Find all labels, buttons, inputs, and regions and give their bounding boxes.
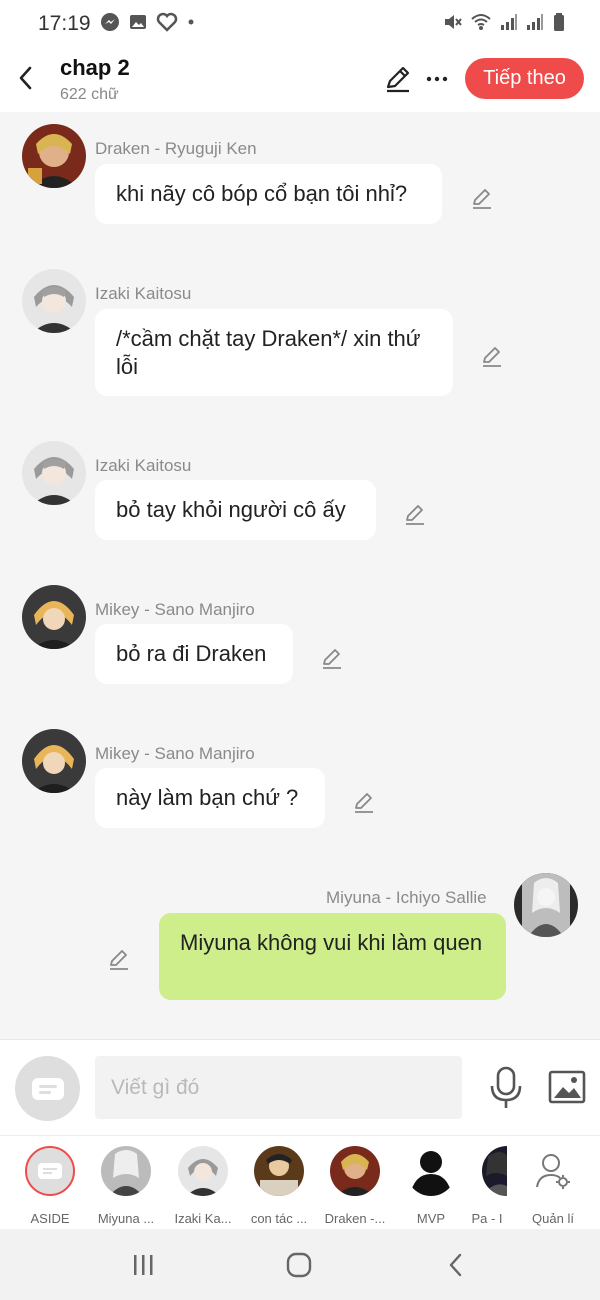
back-button[interactable] <box>10 60 40 96</box>
word-count: 622 chữ <box>60 86 119 103</box>
sender-name: Izaki Kaitosu <box>95 284 192 303</box>
compose-input[interactable] <box>95 1056 462 1119</box>
microphone-icon <box>490 1066 522 1108</box>
system-navigation-bar <box>0 1229 600 1300</box>
dot-icon <box>188 19 194 25</box>
pencil-icon <box>473 189 491 209</box>
message-bubble[interactable]: này làm bạn chứ ? <box>95 768 325 828</box>
chapter-header: chap 2 622 chữ Tiếp theo <box>0 46 600 112</box>
character-label: con tác ... <box>250 1211 308 1226</box>
edit-message-button[interactable] <box>480 344 504 368</box>
more-dots-icon <box>426 76 448 82</box>
composer-bar <box>0 1039 600 1135</box>
battery-icon <box>554 13 564 31</box>
next-chapter-button[interactable]: Tiếp theo <box>465 58 584 99</box>
pencil-icon <box>355 793 373 813</box>
signal-icon-2 <box>527 14 543 30</box>
izaki-avatar[interactable] <box>22 441 86 505</box>
recent-apps-icon <box>134 1255 153 1275</box>
edit-message-button[interactable] <box>107 947 131 971</box>
aside-avatar <box>25 1146 75 1196</box>
messenger-icon <box>101 13 119 31</box>
signal-icon <box>501 14 517 30</box>
sender-name: Izaki Kaitosu <box>95 456 192 475</box>
mikey-avatar[interactable] <box>22 585 86 649</box>
message-bubble[interactable]: bỏ tay khỏi người cô ấy <box>95 480 376 540</box>
message-icon <box>31 1077 64 1100</box>
image-icon <box>548 1070 586 1104</box>
izaki-avatar <box>178 1146 228 1196</box>
character-label: Izaki Ka... <box>174 1211 232 1226</box>
pencil-icon <box>110 950 128 970</box>
heart-icon <box>156 12 178 32</box>
mikey-avatar[interactable] <box>22 729 86 793</box>
edit-title-button[interactable] <box>383 64 413 94</box>
sender-name: Mikey - Sano Manjiro <box>95 744 255 763</box>
pa-avatar <box>482 1146 507 1196</box>
home-button[interactable] <box>279 1249 319 1281</box>
chat-area[interactable]: Draken - Ryuguji Ken khi nãy cô bóp cổ b… <box>0 112 600 1039</box>
status-time: 17:19 <box>38 12 91 35</box>
character-label: Miyuna ... <box>97 1211 155 1226</box>
voice-input-button[interactable] <box>488 1066 524 1110</box>
message-bubble[interactable]: /*cầm chặt tay Draken*/ xin thứ lỗi <box>95 309 453 396</box>
message-bubble[interactable]: Miyuna không vui khi làm quen <box>159 913 506 1000</box>
miyuna-avatar <box>101 1146 151 1196</box>
edit-message-button[interactable] <box>470 186 494 210</box>
mute-icon <box>445 15 462 29</box>
silhouette-avatar <box>406 1146 456 1196</box>
message-bubble[interactable]: bỏ ra đi Draken <box>95 624 293 684</box>
message-icon <box>38 1163 62 1179</box>
edit-message-button[interactable] <box>320 646 344 670</box>
chevron-left-icon <box>449 1253 462 1277</box>
miyuna-avatar[interactable] <box>514 873 578 937</box>
message-bubble[interactable]: khi nãy cô bóp cổ bạn tôi nhỉ? <box>95 164 442 224</box>
sender-name: Mikey - Sano Manjiro <box>95 600 255 619</box>
more-options-button[interactable] <box>424 64 450 94</box>
wifi-icon <box>471 14 491 30</box>
pencil-icon <box>386 66 410 93</box>
aside-toggle-button[interactable] <box>15 1056 80 1121</box>
pencil-icon <box>483 347 501 367</box>
status-bar: 17:19 <box>0 0 600 46</box>
attach-image-button[interactable] <box>548 1070 586 1106</box>
pencil-icon <box>406 505 424 525</box>
draken-avatar <box>330 1146 380 1196</box>
recent-apps-button[interactable] <box>123 1249 163 1281</box>
character-label: Draken -... <box>324 1211 386 1226</box>
character-label: Pa - I <box>471 1211 503 1226</box>
character-label: Quản lí <box>516 1211 590 1226</box>
home-icon <box>286 1252 312 1278</box>
user-settings-icon <box>536 1154 570 1189</box>
edit-message-button[interactable] <box>352 790 376 814</box>
chevron-left-icon <box>19 66 32 90</box>
character-bar: ASIDE Miyuna ... Izaki Ka... con tác ...… <box>0 1135 600 1229</box>
gallery-icon <box>130 15 146 29</box>
manage-characters-button[interactable]: Quản lí <box>516 1144 600 1228</box>
sender-name: Miyuna - Ichiyo Sallie <box>326 888 487 907</box>
chapter-title: chap 2 <box>60 55 130 80</box>
sender-name: Draken - Ryuguji Ken <box>95 139 257 158</box>
author-avatar <box>254 1146 304 1196</box>
pencil-icon <box>323 649 341 669</box>
draken-avatar[interactable] <box>22 124 86 188</box>
edit-message-button[interactable] <box>403 502 427 526</box>
izaki-avatar[interactable] <box>22 269 86 333</box>
character-label: ASIDE <box>30 1211 70 1226</box>
system-back-button[interactable] <box>435 1249 475 1281</box>
